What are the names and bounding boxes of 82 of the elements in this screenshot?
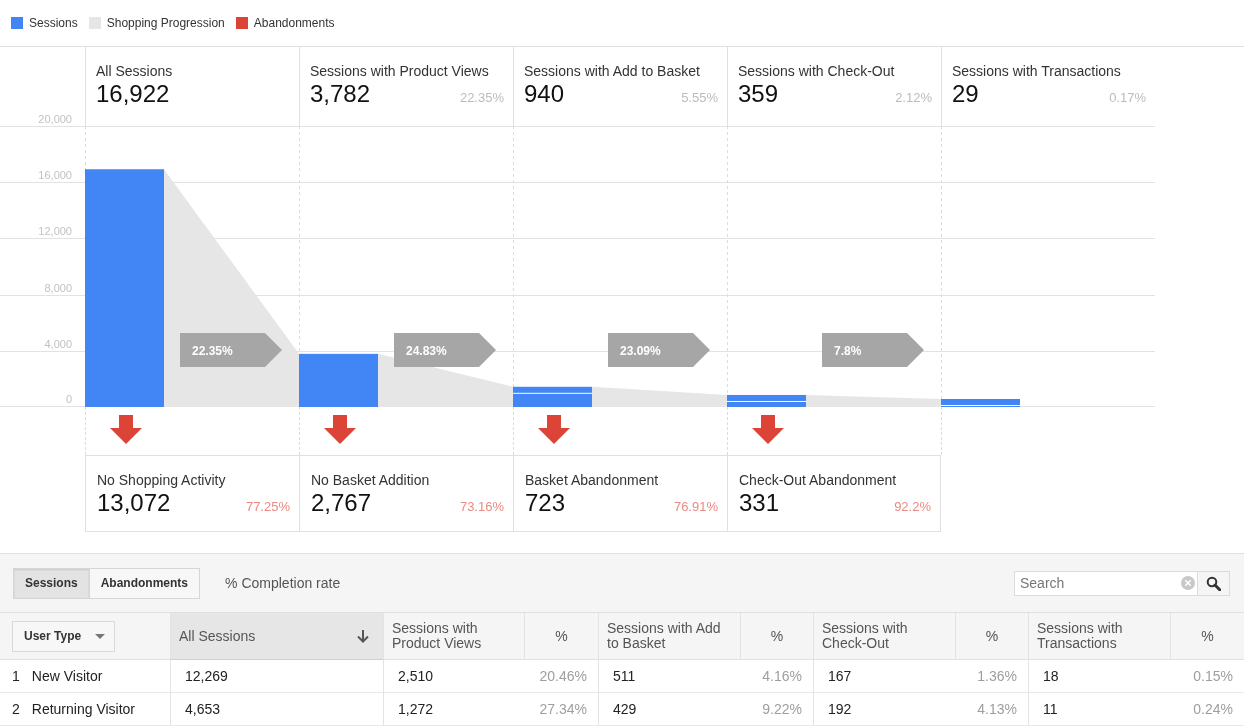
abandonment-value: 331 (739, 489, 780, 517)
table-cell: 20.46% (524, 660, 598, 693)
abandonment-percent: 73.16% (459, 499, 504, 514)
column-header[interactable]: % (524, 613, 598, 660)
abandonment-percent: 77.25% (245, 499, 290, 514)
table-cell: 11 (1028, 693, 1170, 726)
table-cell: 4.16% (740, 660, 813, 693)
view-toggle-button[interactable]: Abandonments (89, 567, 201, 599)
column-header[interactable]: Sessions with Transactions (1028, 613, 1170, 660)
table-cell: 9.22% (740, 693, 813, 726)
conversion-rate-tag: 24.83% (394, 333, 496, 367)
down-arrow-icon (538, 415, 570, 444)
stage-title: Sessions with Product Views (310, 62, 490, 80)
stage-value: 16,922 (96, 80, 170, 108)
completion-rate-toggle[interactable]: % Completion rate (225, 575, 341, 591)
column-header[interactable]: All Sessions (170, 613, 383, 660)
abandonment-value: 2,767 (311, 489, 372, 517)
abandonment-title: Check-Out Abandonment (739, 471, 898, 489)
column-header[interactable]: % (740, 613, 813, 660)
row-number: 1 (12, 668, 20, 684)
stage-value: 940 (524, 80, 565, 108)
dimension-dropdown[interactable]: User Type (12, 620, 116, 652)
stage-percent: 5.55% (681, 90, 718, 105)
stage-title: Sessions with Check-Out (738, 62, 896, 80)
table-cell: 1.36% (955, 660, 1028, 693)
legend-label: Abandonments (253, 16, 335, 30)
table-cell: 0.24% (1170, 693, 1244, 726)
table-cell: 429 (598, 693, 740, 726)
abandonment-percent: 92.2% (894, 499, 931, 514)
abandonment-percent: 76.91% (673, 499, 718, 514)
column-header[interactable]: % (955, 613, 1028, 660)
abandonment-value: 723 (525, 489, 566, 517)
legend-label: Sessions (29, 16, 78, 30)
down-arrow-icon (324, 415, 356, 444)
table-cell: Returning Visitor (31, 701, 136, 717)
stage-percent: 22.35% (459, 90, 504, 105)
table-cell: New Visitor (31, 668, 103, 684)
abandonment-title: Basket Abandonment (525, 471, 660, 489)
down-arrow-icon (357, 629, 369, 643)
stage-title: Sessions with Transactions (952, 62, 1122, 80)
search-icon (1206, 575, 1221, 591)
stage-title: All Sessions (96, 62, 174, 80)
stage-percent: 2.12% (895, 90, 932, 105)
abandonment-title: No Shopping Activity (97, 471, 227, 489)
table-cell: 18 (1028, 660, 1170, 693)
table-cell: 192 (813, 693, 955, 726)
stage-value: 29 (952, 80, 979, 108)
column-header[interactable]: Sessions with Add to Basket (598, 613, 740, 660)
down-arrow-icon (752, 415, 784, 444)
table-cell: 4,653 (170, 693, 383, 726)
y-axis-label: 8,000 (44, 281, 72, 294)
y-axis-label: 12,000 (38, 224, 72, 237)
down-arrow-icon (110, 415, 142, 444)
column-header[interactable]: % (1170, 613, 1244, 660)
stage-value: 359 (738, 80, 779, 108)
conversion-rate-tag: 7.8% (822, 333, 924, 367)
stage-value: 3,782 (310, 80, 371, 108)
view-toggle-button[interactable]: Sessions (13, 567, 90, 599)
stage-title: Sessions with Add to Basket (524, 62, 701, 80)
column-header[interactable]: Sessions with Check-Out (813, 613, 955, 660)
y-axis-label: 16,000 (38, 168, 72, 181)
conversion-rate-tag: 23.09% (608, 333, 710, 367)
y-axis-label: 4,000 (44, 337, 72, 350)
row-number: 2 (12, 701, 20, 717)
table-cell: 511 (598, 660, 740, 693)
legend-label: Shopping Progression (106, 16, 225, 30)
table-cell: 1,272 (383, 693, 524, 726)
table-cell: 4.13% (955, 693, 1028, 726)
table-cell: 27.34% (524, 693, 598, 726)
table-cell: 167 (813, 660, 955, 693)
column-header[interactable]: Sessions with Product Views (383, 613, 524, 660)
search-button[interactable] (1198, 570, 1230, 596)
table-cell: 0.15% (1170, 660, 1244, 693)
abandonment-value: 13,072 (97, 489, 171, 517)
conversion-rate-tag: 22.35% (180, 333, 282, 367)
stage-percent: 0.17% (1109, 90, 1146, 105)
table-cell: 2,510 (383, 660, 524, 693)
caret-icon (95, 633, 106, 639)
table-cell: 12,269 (170, 660, 383, 693)
search-field[interactable]: Search (1014, 570, 1198, 596)
abandonment-title: No Basket Addition (311, 471, 431, 489)
y-axis-label: 20,000 (38, 112, 72, 125)
